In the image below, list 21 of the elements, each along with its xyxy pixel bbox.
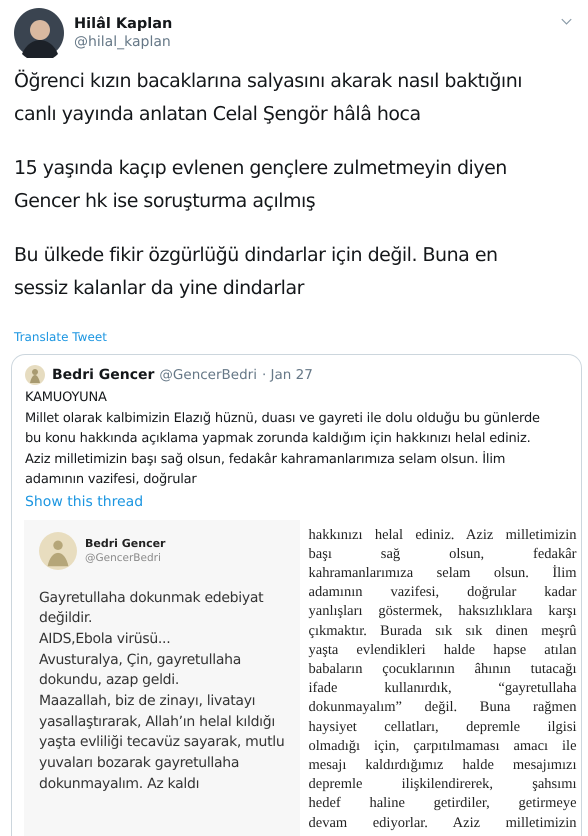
tweet-text: Bu ülkede fikir özgürlüğü dindarlar için değil. Buna en sessiz kalanlar da yine dindarlar [14, 243, 499, 301]
document-text: hakkınızı helal ediniz. Aziz milletimizin başı sağ olsun, fedakâr kahramanlarımıza selam olsun. İlim adamının vazifesi, doğrular kadar yanlışları göstermek, haksızlıklara karşı çıkmaktır. Burada sık sık dinen meşrû yaşta evlendikleri halde hapse atılan babaların çocuklarının âhının tutacağı ifade kullanırdık, “gayretullaha dokunmayalım” değil. Buna rağmen haysiyet cellatları, depremle ilgisi olmadığı için, çarpıtılmaması amacı ile mesajı kaldırdığımız halde mesajımızı depremle ilişkilendirerek, şahsımı hedef haline getirdiler, getirmeye devam ediyorlar. Aziz milletimizin [308, 526, 577, 833]
show-thread-link[interactable]: Show this thread [25, 494, 581, 510]
quoted-author-handle: @GencerBedri [159, 367, 257, 383]
chevron-icon[interactable] [561, 18, 572, 25]
screenshot-image[interactable] [24, 520, 300, 836]
author-handle[interactable]: @hilal_kaplan [74, 34, 172, 50]
avatar-icon [39, 532, 77, 570]
tweet-text: Öğrenci kızın bacaklarına salyasını akarak nasıl baktığını canlı yayında anlatan Celal Şengör hâlâ hoca [14, 68, 524, 127]
quoted-text: KAMUOYUNA Millet olarak kalbimizin Elazığ hüznü, duası ve gayreti ile dolu olduğu bu günlerde bu konu hakkında açıklama yapmak zorunda kaldığım için hakkınızı helal ediniz. Aziz milletimizin başı sağ olsun, fedakâr kahramanlarımıza selam olsun. İlim adamının vazifesi, doğrular [25, 389, 541, 489]
author-name[interactable]: Hilâl Kaplan [74, 16, 172, 32]
avatar-icon[interactable] [14, 8, 64, 58]
quoted-author-name: Bedri Gencer [52, 367, 154, 383]
image-author-handle: @GencerBedri [85, 552, 162, 564]
avatar-icon [25, 365, 45, 385]
image-text: Gayretullaha dokunmak edebiyat değildir. AIDS,Ebola virüsü... Avusturalya, Çin, gayretullaha dokundu, azap geldi. Maazallah, biz de zinayı, livatayı yasallaştırarak, Allah’ın helal kıldığı yaşta evliliği tecavüz sayarak, mutlu yuvaları bozarak gayretullaha dokunmayalım. Az kaldı [39, 588, 286, 794]
quoted-tweet[interactable] [11, 354, 582, 836]
translate-link[interactable]: Translate Tweet [14, 330, 107, 344]
quoted-date: · Jan 27 [262, 367, 313, 383]
tweet-text: 15 yaşında kaçıp evlenen gençlere zulmetmeyin diyen Gencer hk ise soruşturma açılmış [14, 156, 508, 214]
image-author-name: Bedri Gencer [85, 537, 166, 550]
